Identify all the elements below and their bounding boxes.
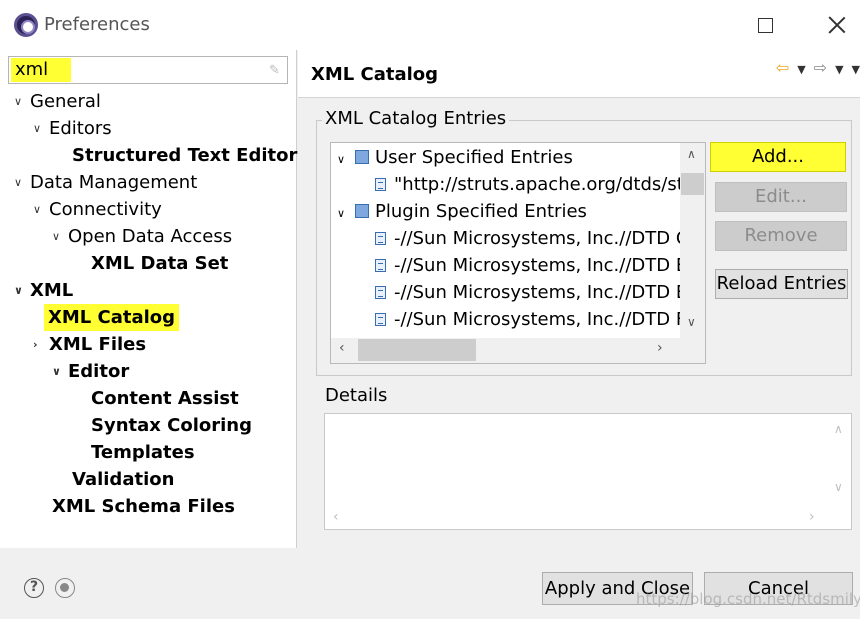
dtd-file-icon	[375, 286, 386, 299]
page-navigation: ⇦ ▼ ⇨ ▼ ▼	[776, 58, 860, 78]
chevron-down-icon[interactable]: ∨	[52, 223, 68, 250]
catalog-entries-tree[interactable]: ∨ User Specified Entries "http://struts.a…	[330, 142, 706, 364]
back-menu-icon[interactable]: ▼	[797, 63, 805, 76]
remove-button[interactable]: Remove	[715, 221, 847, 251]
record-icon[interactable]	[55, 578, 75, 598]
filter-input-value: xml	[11, 58, 71, 82]
tree-item-open-data-access[interactable]: ∨ Open Data Access	[52, 223, 232, 250]
dtd-file-icon	[375, 178, 386, 191]
horizontal-scrollbar[interactable]: ‹ ›	[325, 507, 830, 529]
vertical-scrollbar[interactable]: ∧ ∨	[680, 143, 705, 339]
catalog-icon	[355, 150, 369, 164]
details-label: Details	[322, 385, 391, 406]
scroll-down-icon[interactable]: ∨	[834, 480, 843, 494]
list-item[interactable]: ∨ User Specified Entries	[337, 144, 573, 171]
list-item[interactable]: -//Sun Microsystems, Inc.//DTD C	[375, 225, 688, 252]
maximize-button[interactable]	[752, 12, 778, 38]
tree-item-general[interactable]: ∨ General	[14, 88, 101, 115]
scroll-up-icon[interactable]: ∧	[834, 422, 843, 436]
chevron-down-icon[interactable]: ∨	[14, 169, 30, 196]
chevron-down-icon[interactable]: ∨	[14, 277, 30, 304]
tree-item-xml[interactable]: ∨ XML	[14, 277, 73, 304]
tree-item-editor[interactable]: ∨ Editor	[52, 358, 129, 385]
watermark: https://blog.csdn.net/Rtdsmily	[636, 590, 860, 608]
view-menu-icon[interactable]: ▼	[852, 63, 860, 76]
tree-item-xml-catalog[interactable]: XML Catalog	[44, 304, 180, 331]
scroll-right-icon[interactable]: ›	[809, 509, 815, 525]
page-title: XML Catalog	[311, 64, 439, 85]
tree-item-content-assist[interactable]: Content Assist	[91, 385, 239, 412]
chevron-right-icon[interactable]: ›	[33, 331, 49, 358]
tree-item-xml-schema-files[interactable]: XML Schema Files	[52, 493, 235, 520]
page-header: XML Catalog ⇦ ▼ ⇨ ▼ ▼	[298, 50, 860, 98]
scroll-thumb[interactable]	[358, 339, 476, 361]
dtd-file-icon	[375, 313, 386, 326]
forward-menu-icon[interactable]: ▼	[835, 63, 843, 76]
chevron-down-icon[interactable]: ∨	[33, 115, 49, 142]
tree-item-data-management[interactable]: ∨ Data Management	[14, 169, 197, 196]
tree-item-xml-data-set[interactable]: XML Data Set	[91, 250, 228, 277]
help-icon[interactable]: ?	[24, 578, 44, 598]
scroll-up-icon[interactable]: ∧	[687, 147, 696, 161]
clear-filter-icon[interactable]: ✎	[269, 63, 283, 78]
dtd-file-icon	[375, 259, 386, 272]
tree-item-validation[interactable]: Validation	[72, 466, 174, 493]
preference-tree-pane: xml ✎ ∨ General ∨ Editors Structured Text …	[0, 50, 308, 548]
tree-item-structured-text-editors[interactable]: Structured Text Editors	[72, 142, 308, 169]
tree-item-syntax-coloring[interactable]: Syntax Coloring	[91, 412, 252, 439]
tree-item-connectivity[interactable]: ∨ Connectivity	[33, 196, 162, 223]
filter-input[interactable]: xml ✎	[8, 56, 288, 84]
vertical-scrollbar[interactable]: ∧ ∨	[828, 414, 851, 507]
edit-button[interactable]: Edit...	[715, 182, 847, 212]
add-button[interactable]: Add...	[710, 142, 846, 172]
dtd-file-icon	[375, 232, 386, 245]
close-button[interactable]	[824, 12, 850, 38]
tree-item-templates[interactable]: Templates	[91, 439, 195, 466]
scroll-thumb[interactable]	[681, 173, 704, 195]
scroll-right-icon[interactable]: ›	[657, 340, 663, 356]
maximize-icon	[758, 18, 773, 33]
scroll-left-icon[interactable]: ‹	[339, 340, 345, 356]
catalog-entries-label: XML Catalog Entries	[322, 108, 510, 129]
tree-item-editors[interactable]: ∨ Editors	[33, 115, 112, 142]
scroll-left-icon[interactable]: ‹	[333, 509, 339, 525]
back-arrow-icon[interactable]: ⇦	[776, 58, 789, 77]
eclipse-icon	[14, 13, 38, 37]
forward-arrow-icon[interactable]: ⇨	[814, 58, 827, 77]
catalog-icon	[355, 204, 369, 218]
chevron-down-icon[interactable]: ∨	[337, 200, 355, 227]
list-item[interactable]: -//Sun Microsystems, Inc.//DTD F	[375, 306, 686, 333]
chevron-down-icon[interactable]: ∨	[14, 88, 30, 115]
reload-entries-button[interactable]: Reload Entries	[715, 269, 848, 299]
list-item[interactable]: -//Sun Microsystems, Inc.//DTD E	[375, 252, 687, 279]
details-text-area[interactable]: ∧ ∨ ‹ ›	[324, 413, 852, 530]
list-item[interactable]: -//Sun Microsystems, Inc.//DTD E	[375, 279, 687, 306]
list-item[interactable]: ∨ Plugin Specified Entries	[337, 198, 587, 225]
horizontal-scrollbar[interactable]: ‹ ›	[331, 338, 705, 363]
title-bar: Preferences	[0, 0, 860, 50]
chevron-down-icon[interactable]: ∨	[337, 146, 355, 173]
tree-item-xml-files[interactable]: › XML Files	[33, 331, 146, 358]
list-item[interactable]: "http://struts.apache.org/dtds/st	[375, 171, 684, 198]
chevron-down-icon[interactable]: ∨	[33, 196, 49, 223]
scroll-down-icon[interactable]: ∨	[687, 315, 696, 329]
chevron-down-icon[interactable]: ∨	[52, 358, 68, 385]
window-title: Preferences	[44, 14, 150, 35]
